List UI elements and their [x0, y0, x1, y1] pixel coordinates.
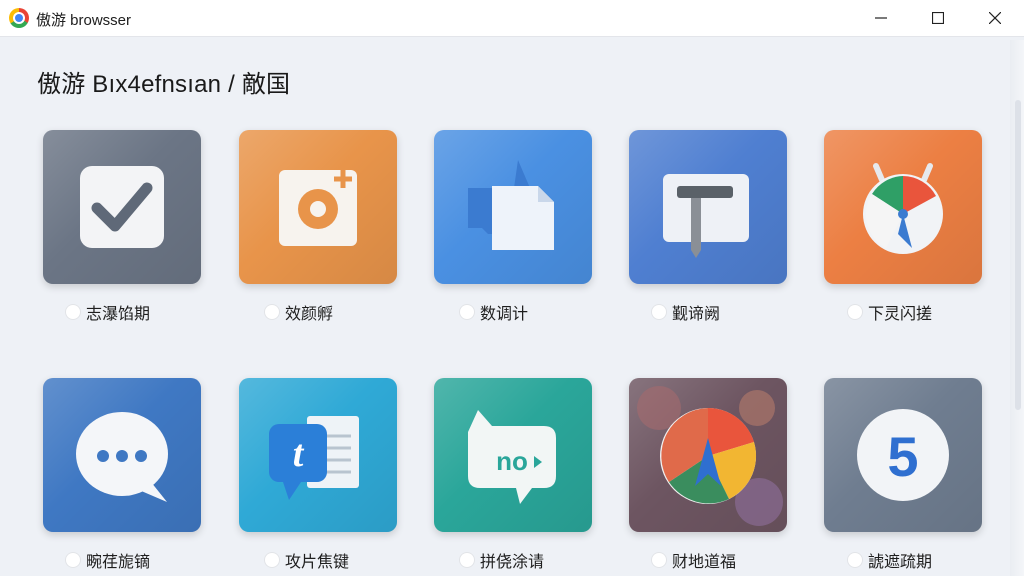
app-tile-1[interactable] — [43, 130, 201, 284]
app-label-8[interactable]: 拼侥涂请 — [460, 548, 640, 572]
app-tile-8[interactable]: no — [434, 378, 592, 532]
label-icon — [265, 305, 279, 319]
chat-bubble-icon — [76, 412, 168, 502]
check-icon — [80, 166, 164, 248]
app-tile-3[interactable] — [434, 130, 592, 284]
app-tile-4[interactable] — [629, 130, 787, 284]
label-icon — [652, 553, 666, 567]
document-copy-icon — [468, 160, 554, 250]
app-tile-10[interactable]: 5 — [824, 378, 982, 532]
no-tag-icon: no — [468, 410, 556, 504]
label-icon — [66, 305, 80, 319]
svg-text:t: t — [293, 433, 305, 475]
svg-text:no: no — [496, 446, 528, 476]
app-tile-9[interactable] — [629, 378, 787, 532]
title-bar: 傲游 browsser — [0, 0, 1024, 37]
app-label-5[interactable]: 下灵闪搓 — [848, 300, 1024, 324]
photo-add-icon — [279, 170, 357, 246]
app-label-6[interactable]: 畹荏旎镝 — [66, 548, 246, 572]
app-label-2[interactable]: 效颜孵 — [265, 300, 445, 324]
calendar-pie-icon — [863, 163, 943, 254]
app-label-4[interactable]: 觐谛阙 — [652, 300, 832, 324]
label-icon — [652, 305, 666, 319]
app-label-7[interactable]: 攻片焦键 — [265, 548, 445, 572]
minimize-icon — [875, 17, 887, 19]
browser-logo-icon — [9, 8, 29, 28]
app-tile-6[interactable] — [43, 378, 201, 532]
app-tile-5[interactable] — [824, 130, 982, 284]
app-label-10[interactable]: 諕遮疏期 — [848, 548, 1024, 572]
text-document-icon: t — [269, 416, 359, 500]
maximize-button[interactable] — [909, 0, 967, 36]
app-label-1[interactable]: 志瀑馅期 — [66, 300, 246, 324]
minimize-button[interactable] — [852, 0, 910, 36]
label-icon — [460, 305, 474, 319]
tool-icon — [663, 174, 749, 258]
page-title: 傲游 Bıx4efnsıan / 敵国 — [37, 71, 291, 98]
maximize-icon — [932, 12, 944, 24]
compass-pie-icon — [637, 386, 783, 526]
app-tile-2[interactable] — [239, 130, 397, 284]
label-icon — [848, 553, 862, 567]
close-button[interactable] — [966, 0, 1024, 36]
window-title: 傲游 browsser — [36, 12, 132, 29]
label-icon — [265, 553, 279, 567]
svg-text:5: 5 — [887, 425, 918, 488]
scroll-thumb[interactable] — [1015, 100, 1021, 410]
app-label-3[interactable]: 数调计 — [460, 300, 640, 324]
label-icon — [848, 305, 862, 319]
app-label-9[interactable]: 财地道福 — [652, 548, 832, 572]
number-five-icon: 5 — [857, 409, 949, 501]
close-icon — [989, 12, 1001, 24]
app-tile-7[interactable]: t — [239, 378, 397, 532]
label-icon — [460, 553, 474, 567]
label-icon — [66, 553, 80, 567]
